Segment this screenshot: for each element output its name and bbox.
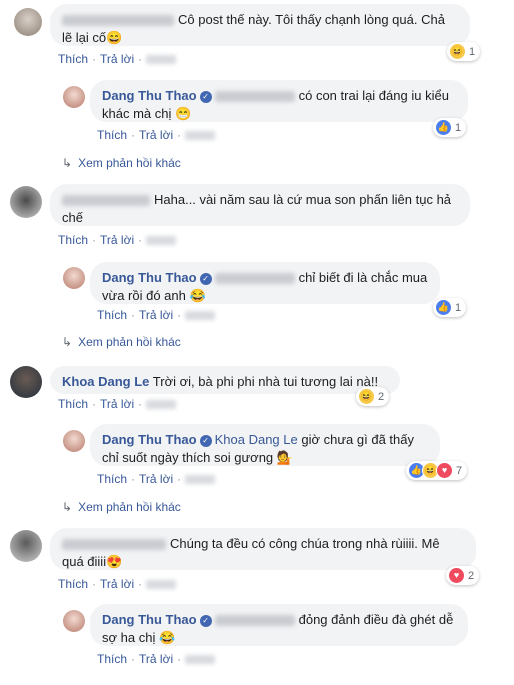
reply-actions: Thích · Trả lời · (97, 652, 219, 666)
mention-link[interactable]: Khoa Dang Le (215, 432, 298, 447)
reply-bubble: Dang Thu Thao ✓ chỉ biết đi là chắc mua vừ… (90, 262, 440, 304)
like-link[interactable]: Thích (97, 308, 127, 322)
like-link[interactable]: Thích (97, 472, 127, 486)
commenter-avatar[interactable] (10, 530, 42, 562)
blurred-mention[interactable] (214, 273, 295, 285)
replier-avatar[interactable] (63, 267, 85, 289)
like-link[interactable]: Thích (58, 397, 88, 411)
timestamp[interactable] (146, 55, 177, 65)
reply-link[interactable]: Trả lời (139, 652, 173, 666)
reply-actions: Thích · Trả lời · (97, 472, 219, 486)
replier-name[interactable]: Dang Thu Thao (102, 432, 197, 447)
view-more-replies[interactable]: ↳ Xem phản hồi khác (62, 500, 181, 514)
verified-check-icon: ✓ (199, 434, 212, 447)
commenter-name[interactable]: Khoa Dang Le (62, 374, 149, 389)
comment-text: Trời ơi, bà phi phi nhà tui tương lai nà… (152, 374, 379, 389)
commenter-avatar[interactable] (10, 186, 42, 218)
reply-link[interactable]: Trả lời (139, 472, 173, 486)
reaction-count: 1 (455, 301, 462, 314)
comment-actions: Thích · Trả lời · (58, 397, 180, 411)
reply-actions: Thích · Trả lời · (97, 308, 219, 322)
timestamp[interactable] (146, 580, 177, 590)
verified-check-icon: ✓ (199, 614, 212, 627)
replier-name[interactable]: Dang Thu Thao (102, 612, 197, 627)
reply-bubble: Dang Thu Thao ✓ đỏng đảnh điều đà ghét dễ … (90, 604, 468, 646)
blurred-mention[interactable] (214, 91, 295, 103)
timestamp[interactable] (185, 131, 216, 141)
comment-bubble: Cô post thế này. Tôi thấy chạnh lòng quá… (50, 4, 470, 46)
like-link[interactable]: Thích (58, 52, 88, 66)
commenter-avatar[interactable] (10, 366, 42, 398)
reply-link[interactable]: Trả lời (139, 128, 173, 142)
verified-check-icon: ✓ (199, 272, 212, 285)
reaction-summary[interactable]: 😆 1 (447, 42, 481, 61)
comment-bubble: Haha... vài năm sau là cứ mua son phấn l… (50, 184, 470, 226)
comment-bubble: Khoa Dang Le Trời ơi, bà phi phi nhà tui… (50, 366, 400, 394)
reaction-count: 2 (468, 569, 475, 582)
reaction-summary[interactable]: 👍 😆 ♥ 7 (406, 461, 468, 480)
timestamp[interactable] (146, 236, 177, 246)
view-more-replies[interactable]: ↳ Xem phản hồi khác (62, 335, 181, 349)
view-more-label: Xem phản hồi khác (78, 156, 181, 170)
comment-actions: Thích · Trả lời · (58, 577, 180, 591)
like-link[interactable]: Thích (97, 128, 127, 142)
reply-link[interactable]: Trả lời (100, 233, 134, 247)
reply-bubble: Dang Thu Thao ✓ có con trai lại đáng iu ki… (90, 80, 468, 122)
like-link[interactable]: Thích (58, 577, 88, 591)
replier-avatar[interactable] (63, 430, 85, 452)
reply-actions: Thích · Trả lời · (97, 128, 219, 142)
blurred-commenter-name[interactable] (62, 195, 150, 207)
reaction-summary[interactable]: 👍 1 (433, 298, 467, 317)
timestamp[interactable] (146, 400, 177, 410)
comment-actions: Thích · Trả lời · (58, 233, 180, 247)
commenter-avatar[interactable] (14, 8, 42, 36)
like-link[interactable]: Thích (58, 233, 88, 247)
replier-name[interactable]: Dang Thu Thao (102, 270, 197, 285)
reaction-summary[interactable]: 👍 1 (433, 118, 467, 137)
view-more-label: Xem phản hồi khác (78, 500, 181, 514)
reply-arrow-icon: ↳ (62, 156, 73, 170)
blurred-commenter-name[interactable] (62, 15, 174, 27)
reaction-summary[interactable]: ♥ 2 (446, 566, 480, 585)
timestamp[interactable] (185, 311, 216, 321)
love-reaction-icon: ♥ (436, 462, 453, 479)
reply-link[interactable]: Trả lời (100, 577, 134, 591)
reply-link[interactable]: Trả lời (139, 308, 173, 322)
replier-avatar[interactable] (63, 610, 85, 632)
reply-bubble: Dang Thu Thao ✓ Khoa Dang Le giờ chưa gì đ… (90, 424, 440, 466)
like-reaction-icon: 👍 (435, 119, 452, 136)
blurred-commenter-name[interactable] (62, 539, 166, 551)
reply-link[interactable]: Trả lời (100, 397, 134, 411)
verified-check-icon: ✓ (199, 90, 212, 103)
view-more-label: Xem phản hồi khác (78, 335, 181, 349)
timestamp[interactable] (185, 475, 216, 485)
reaction-count: 7 (456, 464, 463, 477)
reaction-count: 1 (469, 45, 476, 58)
comment-bubble: Chúng ta đều có công chúa trong nhà rùii… (50, 528, 476, 570)
replier-name[interactable]: Dang Thu Thao (102, 88, 197, 103)
blurred-mention[interactable] (214, 615, 295, 627)
like-link[interactable]: Thích (97, 652, 127, 666)
haha-reaction-icon: 😆 (358, 388, 375, 405)
comment-actions: Thích · Trả lời · (58, 52, 180, 66)
timestamp[interactable] (185, 655, 216, 665)
reply-link[interactable]: Trả lời (100, 52, 134, 66)
reply-arrow-icon: ↳ (62, 335, 73, 349)
reaction-count: 2 (378, 390, 385, 403)
reply-arrow-icon: ↳ (62, 500, 73, 514)
replier-avatar[interactable] (63, 86, 85, 108)
reaction-count: 1 (455, 121, 462, 134)
haha-reaction-icon: 😆 (449, 43, 466, 60)
like-reaction-icon: 👍 (435, 299, 452, 316)
view-more-replies[interactable]: ↳ Xem phản hồi khác (62, 156, 181, 170)
reaction-summary[interactable]: 😆 2 (356, 387, 390, 406)
love-reaction-icon: ♥ (448, 567, 465, 584)
